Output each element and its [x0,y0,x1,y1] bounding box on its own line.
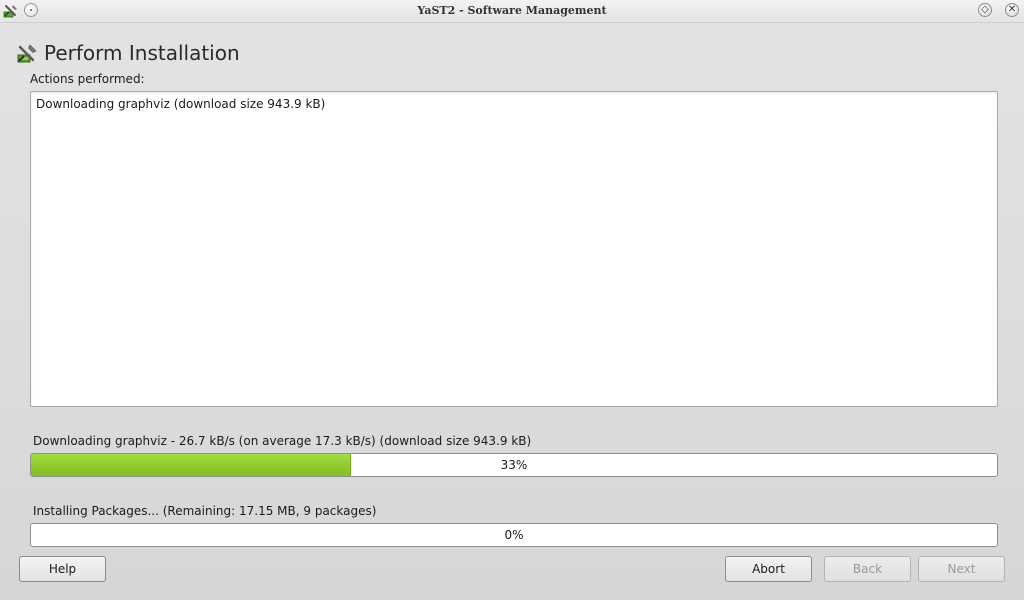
install-progress-bar: 0% [30,523,998,547]
download-progress-label: Downloading graphviz - 26.7 kB/s (on ave… [33,434,532,448]
log-line: Downloading graphviz (download size 943.… [36,97,326,111]
page-title: Perform Installation [44,41,240,65]
download-progress-percent: 33% [500,458,528,472]
help-button[interactable]: Help [19,556,106,582]
window-title: YaST2 - Software Management [417,4,607,17]
keep-above-icon[interactable]: ◇ [978,3,992,17]
download-progress-bar: 33% [30,453,998,477]
next-button[interactable]: Next [918,556,1005,582]
abort-button[interactable]: Abort [725,556,812,582]
yast-software-icon [17,44,37,63]
back-button[interactable]: Back [824,556,911,582]
install-progress-percent: 0% [504,528,524,542]
close-icon[interactable]: ✕ [1005,3,1019,17]
window-titlebar: YaST2 - Software Management ◇ ✕ [0,0,1024,23]
actions-performed-label: Actions performed: [30,72,145,86]
install-progress-label: Installing Packages... (Remaining: 17.15… [33,504,377,518]
actions-log[interactable]: Downloading graphviz (download size 943.… [30,91,998,407]
